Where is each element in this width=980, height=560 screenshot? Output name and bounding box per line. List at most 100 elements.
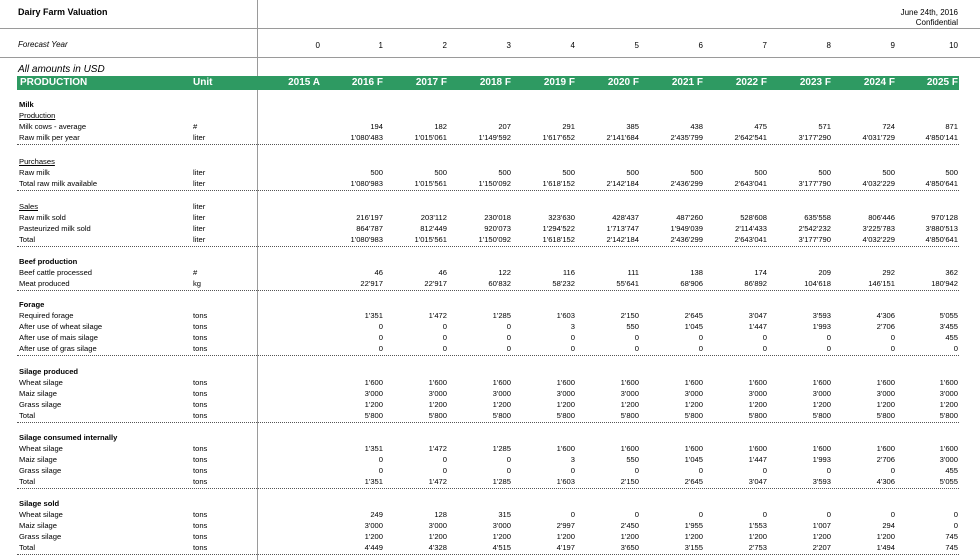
row-unit: tons — [193, 521, 208, 530]
table-row: Raw milk liter 500 500 500 500 500 500 500 500 500… — [0, 167, 980, 178]
year-header: 2025 F — [926, 77, 958, 88]
cell-value: 2'142'184 — [606, 235, 639, 244]
row-label: Milk cows - average — [19, 122, 87, 131]
year-header: 2023 F — [799, 77, 831, 88]
cell-value: 500 — [370, 168, 383, 177]
cell-value: 0 — [378, 466, 383, 475]
cell-value: 0 — [570, 333, 575, 342]
cell-value: 745 — [945, 543, 958, 552]
cell-value: 438 — [690, 122, 703, 131]
cell-value: 1'713'747 — [606, 224, 639, 233]
cell-value: 294 — [882, 521, 895, 530]
cell-value: 500 — [690, 168, 703, 177]
cell-value: 0 — [442, 455, 447, 464]
cell-value: 68'906 — [680, 279, 703, 288]
cell-value: 1'200 — [748, 400, 767, 409]
table-row: Total tons 5'800 5'800 5'800 5'800 5'800 5'800 5… — [0, 410, 980, 421]
confidential-label: Confidential — [915, 18, 958, 27]
row-label: After use of wheat silage — [19, 322, 103, 331]
cell-value: 1'200 — [939, 400, 958, 409]
cell-value: 5'800 — [876, 411, 895, 420]
row-label: Beef production — [19, 257, 78, 266]
cell-value: 1'200 — [364, 400, 383, 409]
table-row: Total liter 1'080'983 1'015'561 1'150'092 1'6… — [0, 234, 980, 245]
cell-value: 1'600 — [812, 444, 831, 453]
cell-value: 3'000 — [492, 389, 511, 398]
cell-value: 0 — [442, 466, 447, 475]
row-label: Grass silage — [19, 466, 62, 475]
forecast-year-4: 4 — [570, 41, 575, 50]
section-divider — [17, 190, 959, 191]
cell-value: 428'437 — [612, 213, 639, 222]
row-unit: # — [193, 268, 198, 277]
cell-value: 724 — [882, 122, 895, 131]
cell-value: 2'450 — [620, 521, 639, 530]
row-unit: tons — [193, 389, 208, 398]
cell-value: 1'600 — [748, 378, 767, 387]
table-row: Sales liter — [0, 201, 980, 212]
row-unit: liter — [193, 224, 206, 233]
cell-value: 0 — [762, 510, 767, 519]
cell-value: 1'600 — [684, 378, 703, 387]
cell-value: 3'650 — [620, 543, 639, 552]
row-label: Grass silage — [19, 532, 62, 541]
cell-value: 5'800 — [812, 411, 831, 420]
cell-value: 1'200 — [428, 400, 447, 409]
section-title: PRODUCTION — [20, 77, 88, 88]
table-row: Maiz silage tons 3'000 3'000 3'000 2'997 2'450… — [0, 520, 980, 531]
cell-value: 1'200 — [684, 532, 703, 541]
cell-value: 3 — [570, 322, 575, 331]
cell-value: 571 — [818, 122, 831, 131]
cell-value: 0 — [762, 344, 767, 353]
cell-value: 1'200 — [876, 532, 895, 541]
cell-value: 1'618'152 — [542, 179, 575, 188]
cell-value: 138 — [690, 268, 703, 277]
table-row: Silage sold — [0, 498, 980, 509]
cell-value: 0 — [698, 466, 703, 475]
cell-value: 4'850'641 — [925, 179, 958, 188]
cell-value: 1'150'092 — [478, 235, 511, 244]
row-unit: liter — [193, 202, 206, 211]
forecast-year-10: 10 — [949, 41, 958, 50]
row-unit: liter — [193, 179, 206, 188]
cell-value: 1'600 — [748, 444, 767, 453]
row-label: Total — [19, 235, 36, 244]
cell-value: 3'155 — [684, 543, 703, 552]
cell-value: 4'515 — [492, 543, 511, 552]
row-unit: tons — [193, 455, 208, 464]
cell-value: 5'800 — [492, 411, 511, 420]
table-row: Wheat silage tons 1'600 1'600 1'600 1'600 1'60… — [0, 377, 980, 388]
table-row: Milk cows - average #194 182 207 291 385 438 47… — [0, 121, 980, 132]
row-label: Beef cattle processed — [19, 268, 93, 277]
cell-value: 1'200 — [428, 532, 447, 541]
cell-value: 3'000 — [684, 389, 703, 398]
cell-value: 55'641 — [616, 279, 639, 288]
cell-value: 864'787 — [356, 224, 383, 233]
section-divider — [17, 144, 959, 145]
section-divider — [17, 422, 959, 423]
cell-value: 1'285 — [492, 311, 511, 320]
row-label: Silage consumed internally — [19, 433, 118, 442]
row-label: Total — [19, 543, 36, 552]
row-label: Raw milk per year — [19, 133, 80, 142]
cell-value: 3'047 — [748, 311, 767, 320]
cell-value: 122 — [498, 268, 511, 277]
cell-value: 1'007 — [812, 521, 831, 530]
cell-value: 3'000 — [939, 389, 958, 398]
cell-value: 3'000 — [364, 521, 383, 530]
cell-value: 0 — [890, 466, 895, 475]
cell-value: 1'600 — [620, 378, 639, 387]
row-label: Raw milk — [19, 168, 50, 177]
cell-value: 528'608 — [740, 213, 767, 222]
cell-value: 2'706 — [876, 322, 895, 331]
cell-value: 2'141'684 — [606, 133, 639, 142]
cell-value: 1'600 — [620, 444, 639, 453]
cell-value: 1'617'652 — [542, 133, 575, 142]
cell-value: 2'642'541 — [734, 133, 767, 142]
cell-value: 0 — [442, 333, 447, 342]
table-row: Milk — [0, 99, 980, 110]
row-unit: tons — [193, 378, 208, 387]
cell-value: 1'447 — [748, 322, 767, 331]
cell-value: 0 — [634, 510, 639, 519]
cell-value: 0 — [506, 344, 511, 353]
